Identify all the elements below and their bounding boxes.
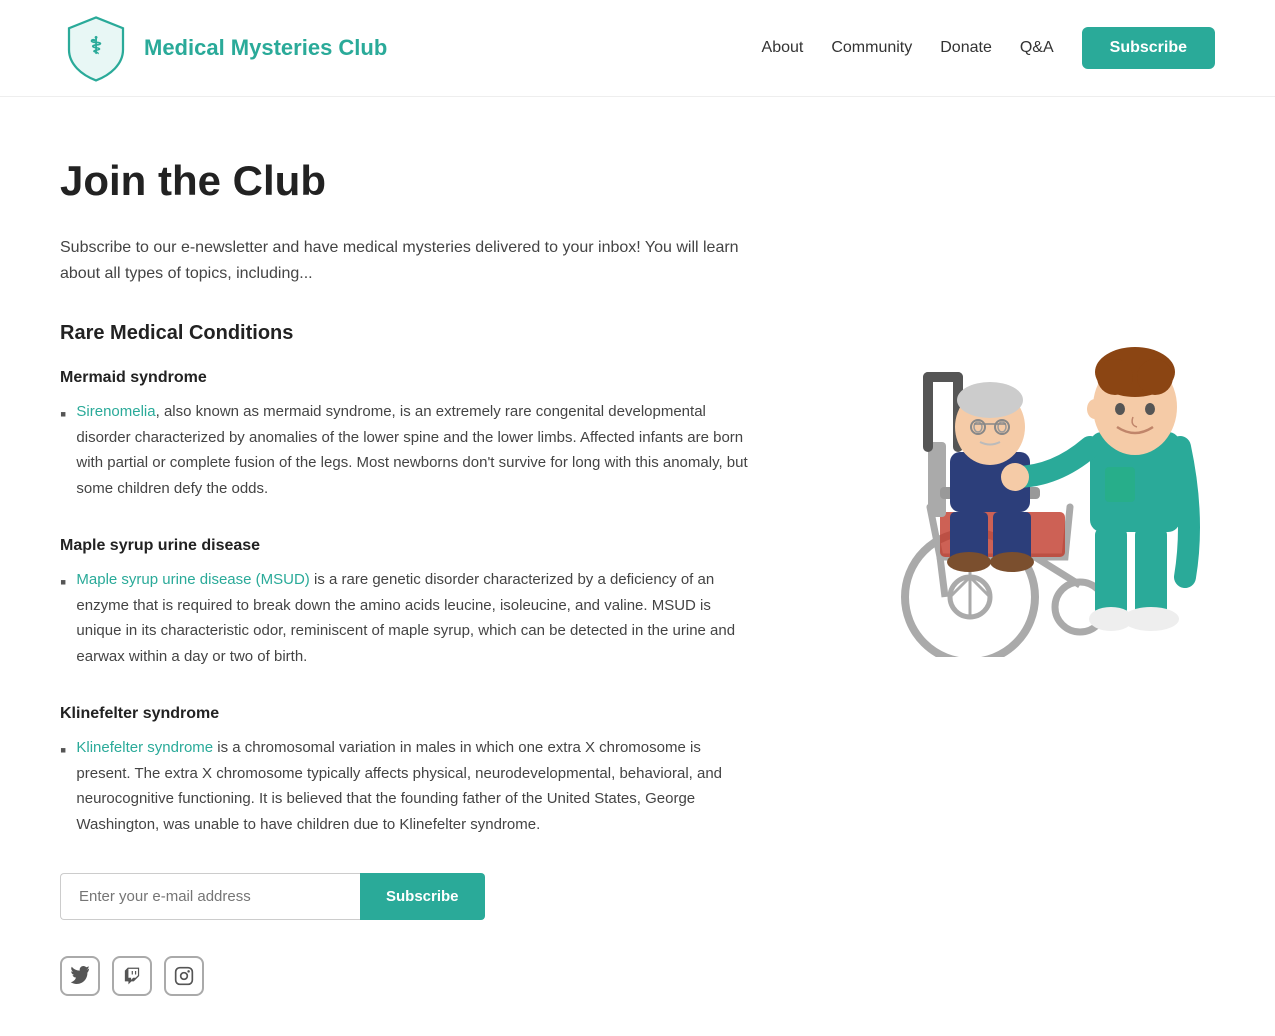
main-content: Join the Club Subscribe to our e-newslet… <box>0 97 1275 1036</box>
instagram-icon[interactable] <box>164 956 204 996</box>
condition-name: Maple syrup urine disease <box>60 537 755 555</box>
site-logo[interactable]: ⚕ Medical Mysteries Club <box>60 12 387 84</box>
condition-item: ▪ Sirenomelia, also known as mermaid synd… <box>60 399 755 501</box>
condition-name: Klinefelter syndrome <box>60 705 755 723</box>
content-area: Join the Club Subscribe to our e-newslet… <box>60 157 755 996</box>
social-icons-row <box>60 956 755 996</box>
site-header: ⚕ Medical Mysteries Club About Community… <box>0 0 1275 97</box>
condition-block: Maple syrup urine disease ▪ Maple syrup ur… <box>60 537 755 669</box>
email-input[interactable] <box>60 873 360 920</box>
condition-text: Klinefelter syndrome is a chromosomal va… <box>76 735 755 837</box>
condition-item: ▪ Maple syrup urine disease (MSUD) is a r… <box>60 567 755 669</box>
condition-block: Mermaid syndrome ▪ Sirenomelia, also known… <box>60 369 755 501</box>
bullet-icon: ▪ <box>60 736 66 765</box>
logo-icon: ⚕ <box>60 12 132 84</box>
condition-text: Sirenomelia, also known as mermaid syndr… <box>76 399 755 501</box>
email-subscribe-button[interactable]: Subscribe <box>360 873 485 920</box>
hero-illustration <box>795 217 1215 657</box>
nav-community[interactable]: Community <box>831 39 912 57</box>
email-subscribe-row: Subscribe <box>60 873 755 920</box>
nav-donate[interactable]: Donate <box>940 39 992 57</box>
condition-link[interactable]: Maple syrup urine disease (MSUD) <box>76 571 309 588</box>
nav-subscribe-button[interactable]: Subscribe <box>1082 27 1215 69</box>
twitch-icon[interactable] <box>112 956 152 996</box>
condition-block: Klinefelter syndrome ▪ Klinefelter syndrom… <box>60 705 755 837</box>
condition-name: Mermaid syndrome <box>60 369 755 387</box>
bullet-icon: ▪ <box>60 568 66 597</box>
illustration-area <box>795 157 1215 996</box>
bullet-icon: ▪ <box>60 400 66 429</box>
section-heading: Rare Medical Conditions <box>60 322 755 345</box>
condition-link[interactable]: Sirenomelia <box>76 403 155 420</box>
condition-item: ▪ Klinefelter syndrome is a chromosomal v… <box>60 735 755 837</box>
twitter-icon[interactable] <box>60 956 100 996</box>
condition-text: Maple syrup urine disease (MSUD) is a ra… <box>76 567 755 669</box>
conditions-list: Mermaid syndrome ▪ Sirenomelia, also known… <box>60 369 755 837</box>
condition-link[interactable]: Klinefelter syndrome <box>76 739 213 756</box>
intro-text: Subscribe to our e-newsletter and have m… <box>60 235 755 286</box>
svg-text:⚕: ⚕ <box>90 32 103 58</box>
page-title: Join the Club <box>60 157 755 205</box>
nav-qa[interactable]: Q&A <box>1020 39 1054 57</box>
site-title: Medical Mysteries Club <box>144 35 387 61</box>
main-nav: About Community Donate Q&A Subscribe <box>762 27 1215 69</box>
nav-about[interactable]: About <box>762 39 804 57</box>
